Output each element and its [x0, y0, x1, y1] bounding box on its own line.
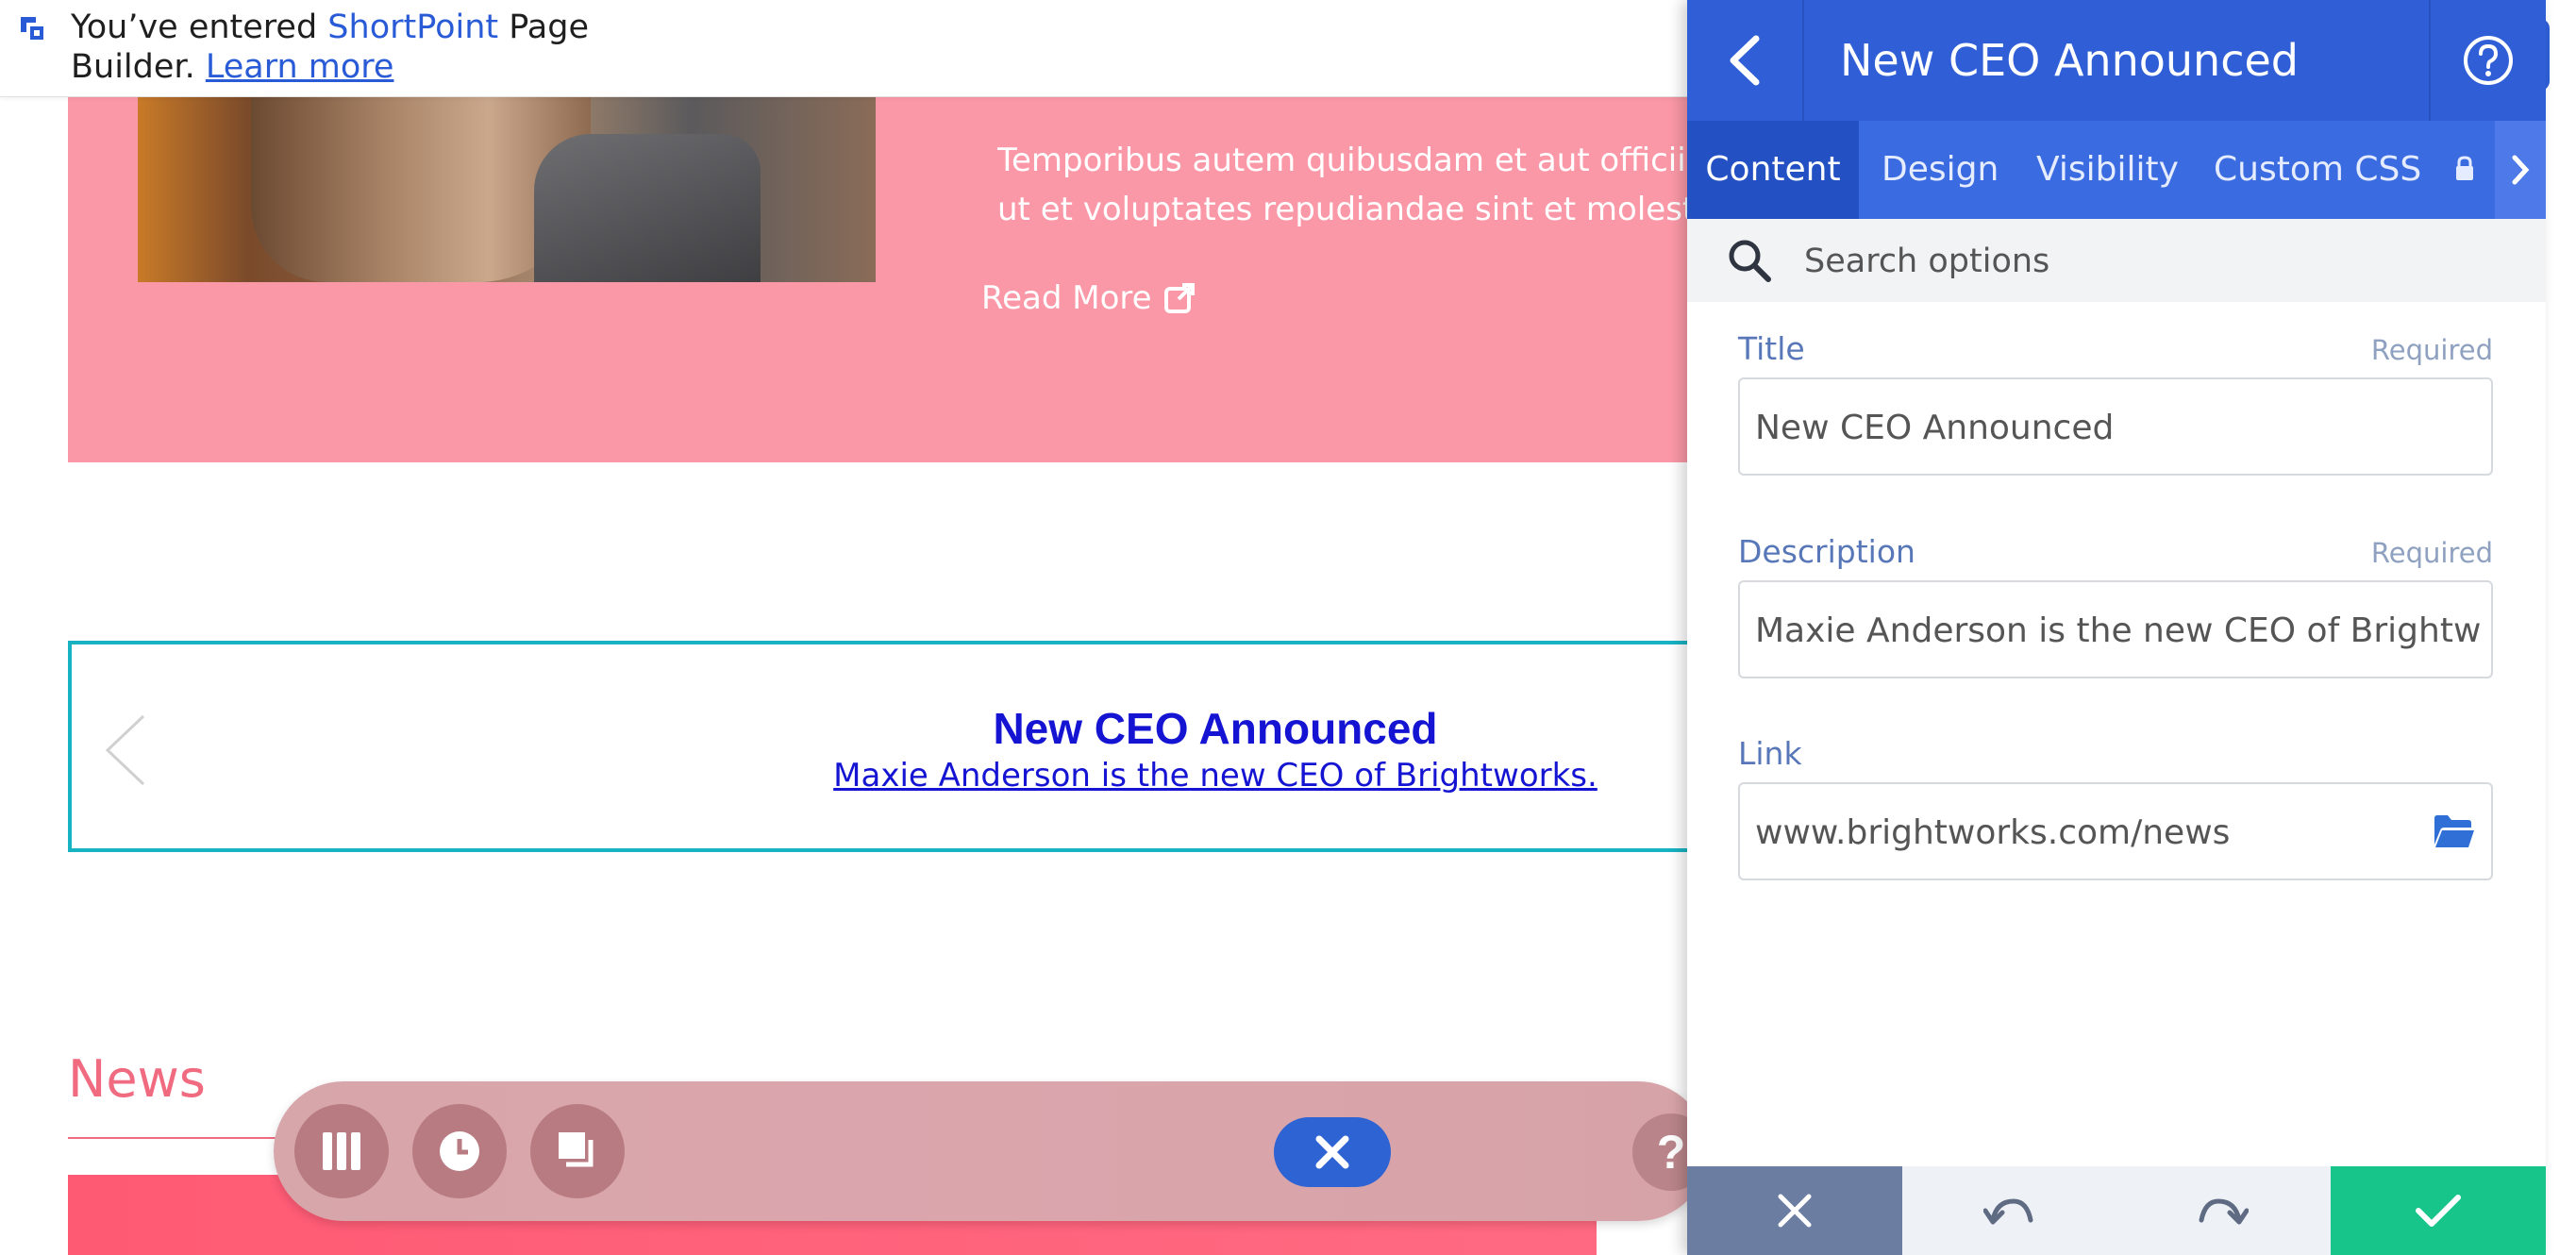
shortpoint-logo-icon [21, 17, 43, 40]
close-icon [1315, 1135, 1349, 1169]
chevron-right-icon [2512, 155, 2530, 185]
floating-toolbar: ? [274, 1081, 1710, 1221]
link-field [1738, 782, 2493, 880]
link-field-label: Link [1738, 735, 1802, 772]
read-more-link[interactable]: Read More [981, 279, 1196, 317]
panel-tab-bar: Content Design Visibility Custom CSS [1687, 121, 2546, 219]
folder-open-icon[interactable] [2433, 812, 2476, 850]
redo-icon [2199, 1198, 2249, 1225]
discard-button[interactable] [1687, 1166, 1902, 1255]
description-input[interactable] [1753, 582, 2484, 678]
settings-panel: New CEO Announced Content Design Visibil… [1687, 0, 2546, 1255]
panel-footer [1687, 1166, 2546, 1255]
tab-custom-css[interactable]: Custom CSS [2214, 121, 2421, 219]
panel-title: New CEO Announced [1840, 35, 2299, 86]
ticker-title[interactable]: New CEO Announced [72, 703, 1689, 754]
history-button[interactable] [412, 1104, 507, 1198]
hero-body-text: Temporibus autem quibusdam et aut offici… [997, 136, 1752, 234]
read-more-label: Read More [981, 279, 1152, 317]
hero-photo [138, 96, 876, 282]
tab-content[interactable]: Content [1687, 121, 1859, 219]
search-options-bar [1687, 219, 2546, 302]
undo-icon [1983, 1198, 2033, 1225]
ticker-description-link[interactable]: Maxie Anderson is the new CEO of Brightw… [72, 757, 1689, 795]
checkmark-icon [2416, 1195, 2461, 1227]
undo-button[interactable] [1902, 1166, 2116, 1255]
ticker-content: New CEO Announced Maxie Anderson is the … [72, 644, 1689, 852]
hero-body-line: ut et voluptates repudiandae sint et mol… [997, 191, 1752, 228]
save-button[interactable] [2331, 1166, 2546, 1255]
help-circle-icon [2464, 36, 2513, 85]
title-required-badge: Required [2370, 334, 2493, 366]
news-heading: News [68, 1049, 206, 1109]
close-builder-button[interactable] [1274, 1117, 1391, 1187]
hero-body-line: Temporibus autem quibusdam et aut offici… [997, 142, 1752, 179]
link-input[interactable] [1753, 784, 2408, 880]
builder-notice-bar: You’ve entered ShortPoint Page Builder. … [0, 0, 1689, 97]
lock-icon [2456, 156, 2473, 180]
redo-button[interactable] [2116, 1166, 2331, 1255]
builder-notice-text: You’ve entered ShortPoint Page Builder. … [71, 8, 599, 87]
hero-photo-jacket [534, 134, 761, 282]
clock-icon [440, 1131, 479, 1171]
page-root: You’ve entered ShortPoint Page Builder. … [0, 0, 2576, 1255]
columns-icon [323, 1132, 360, 1170]
layers-button[interactable] [530, 1104, 625, 1198]
title-field [1738, 377, 2493, 476]
notice-prefix: You’ve entered [71, 8, 328, 46]
notice-brand: ShortPoint [327, 8, 499, 46]
panel-header: New CEO Announced [1687, 0, 2546, 121]
learn-more-link[interactable]: Learn more [206, 48, 394, 86]
news-ticker: New CEO Announced Maxie Anderson is the … [68, 641, 1689, 852]
columns-button[interactable] [294, 1104, 389, 1198]
description-field-label: Description [1738, 533, 1915, 570]
help-button[interactable] [2429, 0, 2546, 121]
search-icon [1729, 240, 1771, 282]
hero-section: Temporibus autem quibusdam et aut offici… [68, 96, 1752, 462]
title-input[interactable] [1753, 379, 2484, 476]
search-options-input[interactable] [1802, 232, 2504, 291]
news-divider [68, 1137, 285, 1139]
tab-design[interactable]: Design [1882, 121, 1999, 219]
back-button[interactable] [1687, 0, 1804, 121]
tabs-next-button[interactable] [2495, 121, 2546, 219]
external-link-icon [1163, 283, 1195, 313]
close-icon [1778, 1194, 1812, 1228]
chevron-left-icon [1730, 35, 1760, 86]
title-field-label: Title [1738, 330, 1805, 367]
description-required-badge: Required [2370, 537, 2493, 569]
description-field [1738, 580, 2493, 678]
layers-icon [559, 1132, 594, 1167]
tab-visibility[interactable]: Visibility [2036, 121, 2179, 219]
page-edge-strip [2546, 0, 2576, 1255]
